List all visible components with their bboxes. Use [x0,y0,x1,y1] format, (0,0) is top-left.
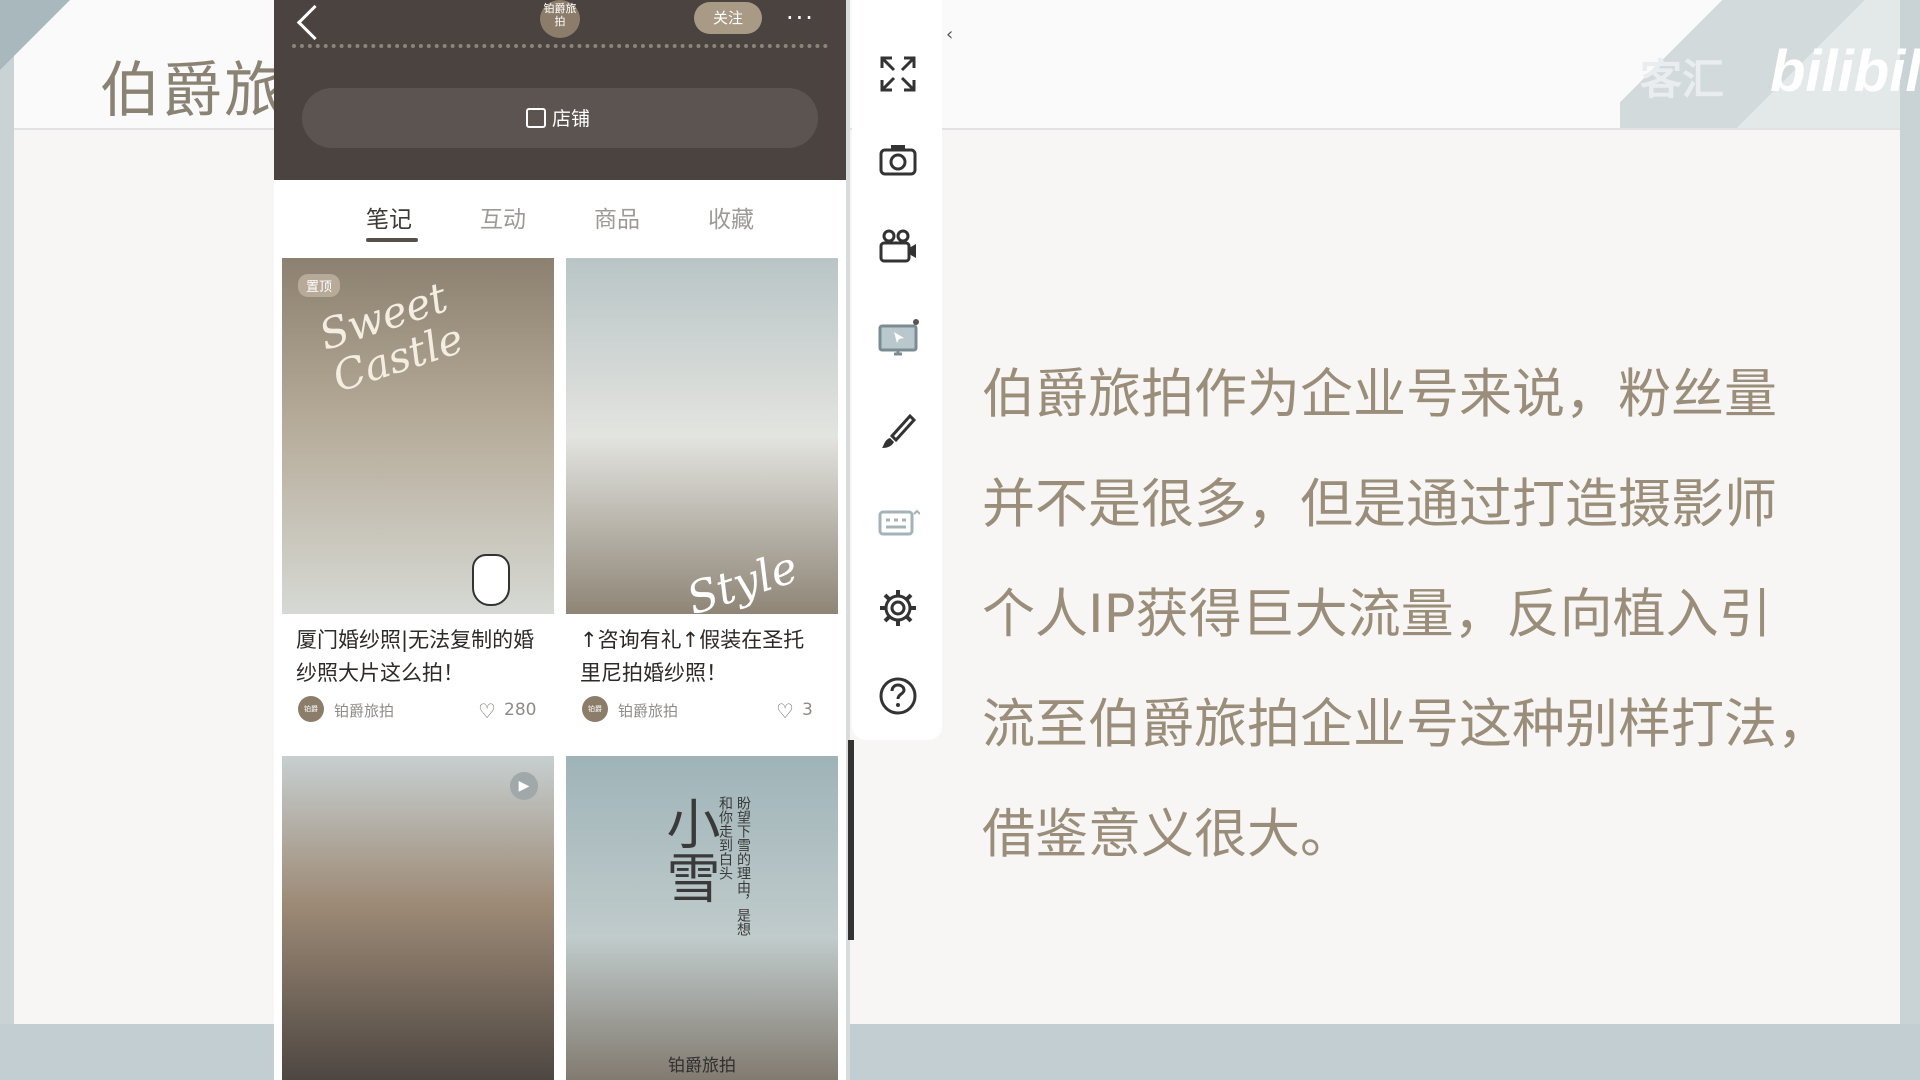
author-avatar[interactable]: 铂爵 [298,696,324,722]
tab-favorites[interactable]: 收藏 [708,200,754,234]
screen-share-icon[interactable] [876,318,920,362]
more-icon[interactable]: ··· [786,4,815,32]
hand-cursor-icon [472,554,510,606]
tab-notes[interactable]: 笔记 [366,200,412,234]
tab-interactions[interactable]: 互动 [480,200,526,234]
heart-icon[interactable]: ♡ [478,699,496,723]
like-count: 3 [802,700,813,720]
cover-title: 小雪 [657,796,720,904]
brush-icon[interactable] [876,410,920,454]
like-count: 280 [504,700,537,720]
keyboard-icon[interactable] [876,500,921,544]
profile-stats-strip [292,44,828,58]
tab-products[interactable]: 商品 [594,200,640,234]
profile-tabs: 笔记 互动 商品 收藏 [274,182,846,252]
body-line: 并不是很多，但是通过打造摄影师 [982,474,1777,535]
cover-script-text: Style [680,541,804,614]
active-tab-indicator [366,238,418,242]
body-line: 伯爵旅拍作为企业号来说，粉丝量 [982,364,1777,425]
note-meta: 铂爵 铂爵旅拍 ♡ 280 [282,690,554,730]
camera-icon[interactable] [876,138,920,182]
avatar[interactable]: 铂爵旅拍 [540,0,580,38]
recording-toolbar [852,0,942,740]
video-camera-icon[interactable] [876,224,920,268]
note-cover-image[interactable]: ▶ [282,756,554,1080]
note-card[interactable]: Style ↑咨询有礼↑假装在圣托里尼拍婚纱照！ 铂爵 铂爵旅拍 ♡ 3 [566,258,838,730]
cover-script-text: Sweet Castle [313,272,470,402]
body-line: 流至伯爵旅拍企业号这种别样打法， [982,694,1830,755]
note-title[interactable]: ↑咨询有礼↑假装在圣托里尼拍婚纱照！ [566,614,838,690]
bilibili-logo: bilibili [1770,39,1920,104]
author-avatar[interactable]: 铂爵 [582,696,608,722]
note-card[interactable]: 小雪 盼望下雪的理由，是想和你走到白头 铂爵旅拍 [566,756,838,1080]
author-name[interactable]: 铂爵旅拍 [334,700,394,721]
note-cover-image[interactable]: Style [566,258,838,614]
note-card[interactable]: ▶ [282,756,554,1080]
slide-body-text: 伯爵旅拍作为企业号来说，粉丝量 并不是很多，但是通过打造摄影师 个人IP获得巨大… [982,340,1882,890]
fullscreen-icon[interactable] [876,52,920,96]
note-card[interactable]: 置顶 Sweet Castle 厦门婚纱照|无法复制的婚纱照大片这么拍！ 铂爵 … [282,258,554,730]
body-line: 借鉴意义很大。 [982,804,1353,865]
slide-corner-decoration [0,0,70,70]
author-name[interactable]: 铂爵旅拍 [618,700,678,721]
play-icon[interactable]: ▶ [510,772,538,800]
cover-poem: 盼望下雪的理由，是想和你走到白头 [717,796,751,936]
help-icon[interactable] [876,674,920,718]
note-meta: 铂爵 铂爵旅拍 ♡ 3 [566,690,838,730]
phone-screen: 铂爵旅拍 关注 ··· 店铺 笔记 互动 商品 收藏 置顶 Sweet Cast… [274,0,846,1080]
heart-icon[interactable]: ♡ [776,699,794,723]
cover-brand: 铂爵旅拍 [668,1056,736,1076]
shop-icon [526,108,546,128]
collapse-icon[interactable]: ‹ [946,24,960,45]
pinned-badge: 置顶 [298,274,341,297]
shop-label: 店铺 [552,108,591,130]
scrollbar-thumb[interactable] [848,740,854,940]
body-line: 个人IP获得巨大流量，反向植入引 [982,584,1772,645]
note-cover-image[interactable]: 置顶 Sweet Castle [282,258,554,614]
profile-header: 铂爵旅拍 关注 ··· 店铺 [274,0,846,180]
watermark-text: 客汇 [1640,55,1725,104]
note-title[interactable]: 厦门婚纱照|无法复制的婚纱照大片这么拍！ [282,614,554,690]
back-icon[interactable] [296,4,333,41]
follow-button[interactable]: 关注 [694,2,762,34]
settings-icon[interactable] [876,586,920,630]
note-cover-image[interactable]: 小雪 盼望下雪的理由，是想和你走到白头 铂爵旅拍 [566,756,838,1080]
